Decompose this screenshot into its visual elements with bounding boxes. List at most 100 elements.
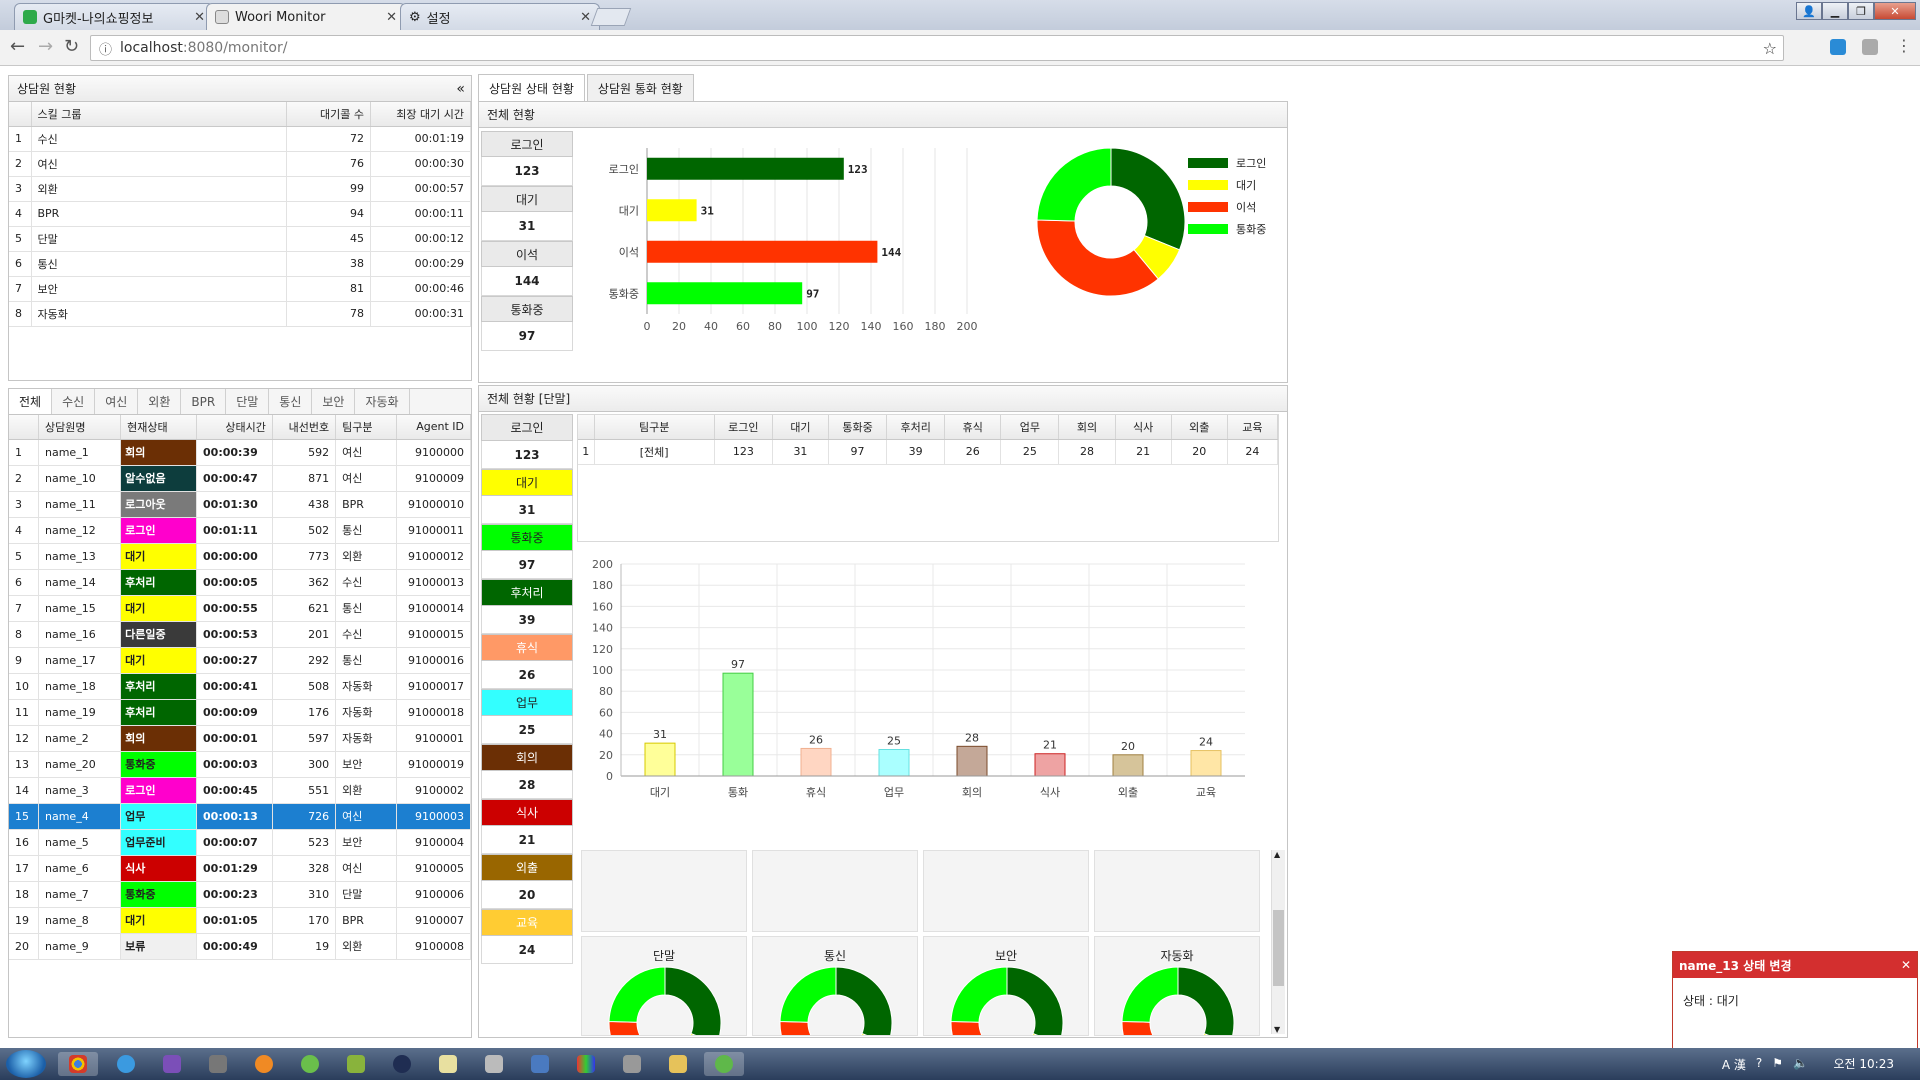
visual-studio-taskbar-icon[interactable] (152, 1052, 192, 1076)
collapse-icon[interactable]: « (456, 81, 465, 97)
column-header[interactable]: 팀구분 (594, 415, 715, 440)
agent-tab[interactable]: 보안 (312, 389, 356, 414)
table-row[interactable]: 1 name_1 회의 00:00:39 592 여신 9100000 (9, 439, 471, 466)
column-header[interactable]: 교육 (1227, 415, 1279, 440)
paint-taskbar-icon[interactable] (566, 1052, 606, 1076)
agent-tab[interactable]: 자동화 (355, 389, 410, 414)
table-row[interactable]: 6 통신 38 00:00:29 (9, 251, 471, 277)
agent-tab[interactable]: 단말 (226, 389, 270, 414)
column-header[interactable]: 상담원명 (38, 415, 122, 440)
column-header[interactable]: 대기 (772, 415, 830, 440)
table-row[interactable]: 15 name_4 업무 00:00:13 726 여신 9100003 (9, 803, 471, 830)
tab-agent-calls[interactable]: 상담원 통화 현황 (586, 74, 694, 101)
help-icon[interactable]: ? (1756, 1056, 1762, 1073)
table-row[interactable]: 14 name_3 로그인 00:00:45 551 외환 9100002 (9, 777, 471, 804)
close-icon[interactable]: ✕ (1901, 958, 1911, 972)
agent-tab[interactable]: 수신 (52, 389, 96, 414)
column-header[interactable]: Agent ID (396, 415, 471, 440)
extension-t-icon[interactable] (1862, 39, 1878, 55)
app-taskbar-icon[interactable] (336, 1052, 376, 1076)
table-row[interactable]: 11 name_19 후처리 00:00:09 176 자동화 91000018 (9, 699, 471, 726)
chrome-taskbar-icon[interactable] (58, 1052, 98, 1076)
table-row[interactable]: 7 name_15 대기 00:00:55 621 통신 91000014 (9, 595, 471, 622)
column-header[interactable]: 후처리 (886, 415, 946, 440)
mini-grid-scrollbar[interactable]: ▲ ▼ (1271, 850, 1285, 1034)
reload-icon[interactable]: ↻ (64, 36, 79, 57)
maximize-icon[interactable]: ❐ (1848, 2, 1874, 20)
column-header[interactable]: 통화중 (828, 415, 888, 440)
column-header[interactable]: 업무 (1000, 415, 1060, 440)
close-icon[interactable]: ✕ (386, 10, 397, 25)
back-icon[interactable]: ← (10, 36, 25, 57)
tab-agent-status[interactable]: 상담원 상태 현황 (478, 74, 585, 101)
user-icon[interactable]: 👤 (1796, 2, 1822, 20)
table-row[interactable]: 3 외환 99 00:00:57 (9, 176, 471, 202)
column-header[interactable] (9, 102, 32, 127)
browser-tab-woori-monitor[interactable]: Woori Monitor ✕ (206, 3, 406, 30)
table-row[interactable]: 4 name_12 로그인 00:01:11 502 통신 91000011 (9, 517, 471, 544)
table-row[interactable]: 5 name_13 대기 00:00:00 773 외환 91000012 (9, 543, 471, 570)
app-taskbar-icon[interactable] (474, 1052, 514, 1076)
column-header[interactable]: 최장 대기 시간 (370, 102, 471, 127)
network-taskbar-icon[interactable] (520, 1052, 560, 1076)
ime-indicator[interactable]: A 漢 (1722, 1056, 1746, 1073)
ie-taskbar-icon[interactable] (106, 1052, 146, 1076)
browser-tab-settings[interactable]: ⚙ 설정 ✕ (400, 3, 600, 30)
table-row[interactable]: 19 name_8 대기 00:01:05 170 BPR 9100007 (9, 907, 471, 934)
column-header[interactable]: 대기콜 수 (286, 102, 371, 127)
table-row[interactable]: 7 보안 81 00:00:46 (9, 276, 471, 302)
column-header[interactable]: 현재상태 (120, 415, 198, 440)
column-header[interactable]: 상태시간 (196, 415, 273, 440)
column-header[interactable]: 팀구분 (335, 415, 398, 440)
forward-icon[interactable]: → (38, 36, 53, 57)
agent-tab[interactable]: 외환 (138, 389, 182, 414)
app-taskbar-icon[interactable] (290, 1052, 330, 1076)
table-row[interactable]: 16 name_5 업무준비 00:00:07 523 보안 9100004 (9, 829, 471, 856)
mini-donut-card[interactable]: 단말 (581, 936, 747, 1036)
table-row[interactable]: 10 name_18 후처리 00:00:41 508 자동화 91000017 (9, 673, 471, 700)
table-row[interactable]: 1 [전체] 123 31 97 39 26 25 28 21 20 24 (578, 439, 1279, 465)
mini-donut-card[interactable] (752, 850, 918, 932)
agent-tab[interactable]: 여신 (95, 389, 139, 414)
table-row[interactable]: 8 자동화 78 00:00:31 (9, 301, 471, 327)
browser-tab-gmarket[interactable]: G마켓-나의쇼핑정보 ✕ (14, 3, 214, 30)
minimize-icon[interactable]: ▁ (1822, 2, 1848, 20)
close-icon[interactable]: ✕ (580, 10, 591, 25)
extension-download-icon[interactable] (1830, 39, 1846, 55)
start-button[interactable] (6, 1050, 46, 1078)
notepad-taskbar-icon[interactable] (428, 1052, 468, 1076)
column-header[interactable]: 외출 (1171, 415, 1228, 440)
app-taskbar-icon[interactable] (198, 1052, 238, 1076)
mini-donut-card[interactable]: 보안 (923, 936, 1089, 1036)
table-row[interactable]: 1 수신 72 00:01:19 (9, 126, 471, 152)
agent-tab[interactable]: 통신 (269, 389, 313, 414)
table-row[interactable]: 2 name_10 알수없음 00:00:47 871 여신 9100009 (9, 465, 471, 492)
mini-donut-card[interactable]: 통신 (752, 936, 918, 1036)
table-row[interactable]: 4 BPR 94 00:00:11 (9, 201, 471, 227)
table-row[interactable]: 9 name_17 대기 00:00:27 292 통신 91000016 (9, 647, 471, 674)
scroll-down-icon[interactable]: ▼ (1274, 1025, 1280, 1034)
table-row[interactable]: 20 name_9 보류 00:00:49 19 외환 9100008 (9, 933, 471, 960)
table-row[interactable]: 6 name_14 후처리 00:00:05 362 수신 91000013 (9, 569, 471, 596)
close-icon[interactable]: ✕ (194, 10, 205, 25)
column-header[interactable]: 내선번호 (272, 415, 337, 440)
speaker-icon[interactable]: 🔈 (1793, 1056, 1808, 1073)
app-taskbar-icon[interactable] (382, 1052, 422, 1076)
table-row[interactable]: 3 name_11 로그아웃 00:01:30 438 BPR 91000010 (9, 491, 471, 518)
bookmark-star-icon[interactable]: ☆ (1763, 39, 1777, 58)
table-row[interactable]: 18 name_7 통화중 00:00:23 310 단말 9100006 (9, 881, 471, 908)
table-row[interactable]: 2 여신 76 00:00:30 (9, 151, 471, 177)
scroll-up-icon[interactable]: ▲ (1274, 850, 1280, 859)
mini-donut-card[interactable] (923, 850, 1089, 932)
table-row[interactable]: 5 단말 45 00:00:12 (9, 226, 471, 252)
column-header[interactable] (9, 415, 39, 440)
column-header[interactable] (578, 415, 595, 440)
new-tab-button[interactable] (590, 8, 632, 26)
agent-tab[interactable]: BPR (181, 389, 227, 414)
table-row[interactable]: 8 name_16 다른일중 00:00:53 201 수신 91000015 (9, 621, 471, 648)
table-row[interactable]: 17 name_6 식사 00:01:29 328 여신 9100005 (9, 855, 471, 882)
close-window-icon[interactable]: ✕ (1874, 2, 1916, 20)
table-row[interactable]: 12 name_2 회의 00:00:01 597 자동화 9100001 (9, 725, 471, 752)
explorer-taskbar-icon[interactable] (658, 1052, 698, 1076)
flag-icon[interactable]: ⚑ (1772, 1056, 1783, 1073)
